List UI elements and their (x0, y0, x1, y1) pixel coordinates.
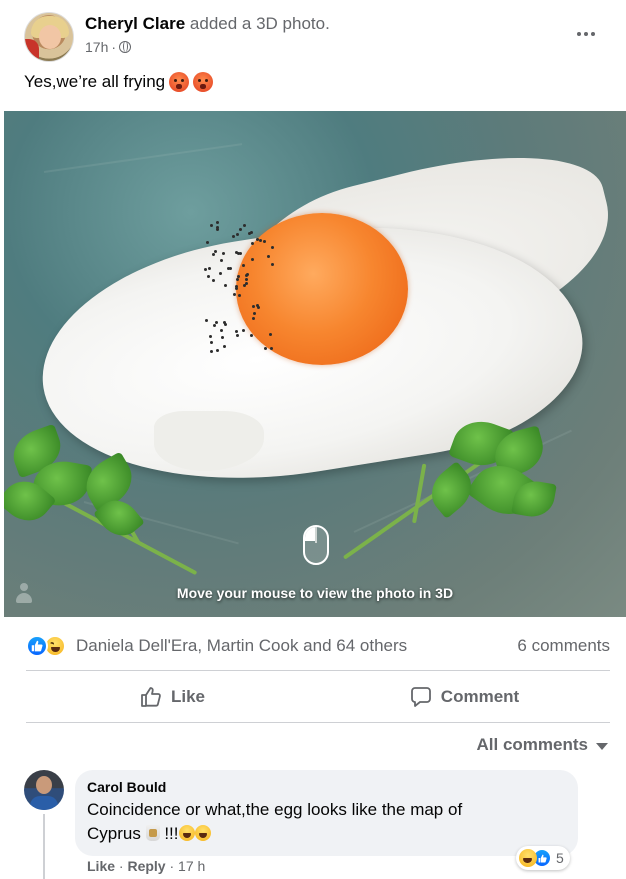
reactions-bar: Daniela Dell'Era, Martin Cook and 64 oth… (26, 633, 610, 659)
caret-down-icon (596, 743, 608, 750)
comment-reaction-count: 5 (556, 850, 564, 866)
laughing-emoji-icon (178, 825, 195, 841)
comments-filter-label: All comments (476, 735, 588, 754)
comment-text-line1: Coincidence or what,the egg looks like t… (87, 800, 463, 819)
pepper-speck (220, 335, 224, 339)
author-avatar[interactable] (24, 12, 74, 62)
pepper-speck (241, 328, 245, 332)
pepper-speck (269, 347, 273, 351)
pepper-speck (236, 251, 240, 255)
parsley-left (4, 411, 224, 576)
pepper-speck (215, 221, 219, 225)
pepper-speck (263, 239, 267, 243)
pepper-speck (204, 319, 208, 323)
pepper-speck (235, 278, 239, 282)
like-button[interactable]: Like (26, 672, 318, 722)
comment-bubble: Carol Bould Coincidence or what,the egg … (75, 770, 578, 856)
thumbs-up-icon (141, 687, 161, 707)
commenter-avatar[interactable] (24, 770, 64, 810)
comments-count[interactable]: 6 comments (517, 636, 610, 656)
pepper-speck (209, 223, 213, 227)
globe-icon[interactable] (119, 41, 132, 53)
pepper-speck (268, 332, 272, 336)
comment-text: Coincidence or what,the egg looks like t… (87, 798, 566, 846)
pepper-speck (235, 232, 239, 236)
comment-bubble-icon (410, 687, 431, 707)
pepper-speck (264, 346, 268, 350)
pepper-speck (213, 250, 217, 254)
pepper-speck (270, 245, 274, 249)
pepper-speck (247, 232, 251, 236)
comment-button-label: Comment (440, 687, 520, 706)
haha-reaction-icon (519, 849, 537, 867)
mouse-icon (303, 525, 329, 565)
comment-like-link[interactable]: Like (87, 858, 115, 874)
photo-3d-caption: Move your mouse to view the photo in 3D (176, 585, 454, 601)
pepper-speck (222, 320, 226, 324)
pepper-speck (232, 235, 236, 239)
pepper-speck (242, 224, 246, 228)
author-action: added a 3D photo. (189, 14, 330, 33)
pepper-speck (252, 316, 255, 320)
pepper-speck (238, 227, 242, 231)
parsley-right (334, 411, 574, 561)
author-name[interactable]: Cheryl Clare (85, 14, 185, 33)
more-options-icon[interactable] (568, 22, 604, 46)
comment-actions-separator: · (118, 858, 124, 874)
pepper-speck (212, 324, 216, 328)
comments-filter-dropdown[interactable]: All comments (477, 735, 608, 755)
hot-face-emoji-icon (193, 72, 214, 92)
reactors-summary[interactable]: Daniela Dell'Era, Martin Cook and 64 oth… (76, 636, 407, 656)
post-actions: Like Comment (26, 672, 610, 722)
egg-yolk (236, 213, 408, 365)
cup-emoji-icon (145, 825, 160, 841)
comment-reply-link[interactable]: Reply (127, 858, 165, 874)
comment-time[interactable]: 17 h (178, 858, 205, 874)
comment-author[interactable]: Carol Bould (87, 779, 566, 795)
like-reaction-icon[interactable] (26, 635, 48, 657)
post-meta: 17h · (85, 39, 132, 55)
post-time[interactable]: 17h (85, 39, 108, 55)
pepper-speck (251, 241, 255, 245)
hot-face-emoji-icon (169, 72, 190, 92)
comment-reactions[interactable]: 5 (516, 846, 570, 870)
pepper-speck (205, 241, 209, 245)
comment-actions-separator: · (169, 858, 175, 874)
pepper-speck (251, 257, 255, 261)
comment-text-suffix: !!! (164, 824, 179, 843)
thread-line (43, 814, 45, 879)
meta-separator: · (111, 39, 117, 55)
pepper-speck (234, 329, 238, 333)
post-photo-3d[interactable]: Move your mouse to view the photo in 3D (4, 111, 626, 617)
post-text-content: Yes,we’re all frying (24, 72, 166, 91)
pepper-speck (251, 305, 255, 309)
pepper-speck (212, 252, 216, 256)
post-header: Cheryl Clare added a 3D photo. 17h · (24, 12, 604, 62)
comment-text-line2: Cyprus (87, 824, 141, 843)
laughing-emoji-icon (194, 825, 211, 841)
like-button-label: Like (170, 687, 206, 706)
pepper-speck (215, 225, 219, 229)
comment-button[interactable]: Comment (318, 672, 610, 722)
divider (26, 722, 610, 723)
divider (26, 670, 610, 671)
comment-actions: Like · Reply · 17 h (87, 858, 205, 874)
author-line: Cheryl Clare added a 3D photo. (85, 14, 330, 34)
post-text: Yes,we’re all frying (24, 72, 214, 92)
